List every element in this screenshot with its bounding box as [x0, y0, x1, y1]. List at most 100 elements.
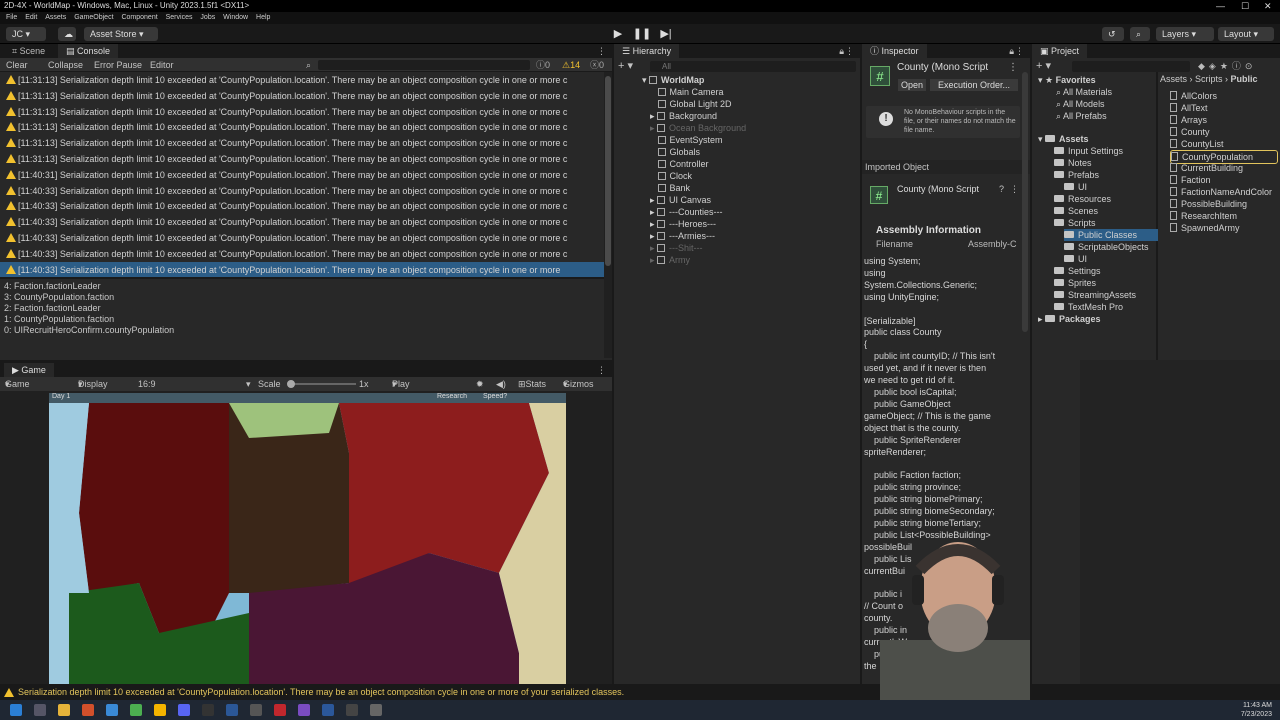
project-folder-8[interactable]: ScriptableObjects: [1064, 241, 1149, 253]
add-icon[interactable]: + ▾: [618, 59, 633, 72]
layers-dropdown[interactable]: Layers ▾: [1156, 27, 1214, 41]
error-count-badge[interactable]: ⓧ 0: [590, 58, 604, 72]
project-folder-11[interactable]: Sprites: [1054, 277, 1096, 289]
menu-services[interactable]: Services: [166, 14, 193, 21]
display-dropdown[interactable]: Display 1 ▾: [78, 377, 108, 403]
project-folder-1[interactable]: Notes: [1054, 157, 1092, 169]
console-search-input[interactable]: [318, 60, 530, 70]
asset-store-button[interactable]: Asset Store ▾: [84, 27, 158, 41]
console-log-row[interactable]: [11:40:33] Serialization depth limit 10 …: [0, 230, 604, 246]
console-log-row[interactable]: [11:31:13] Serialization depth limit 10 …: [0, 104, 604, 120]
menu-edit[interactable]: Edit: [25, 14, 37, 21]
warning-count-badge[interactable]: ⚠ 14: [562, 58, 580, 72]
game-more-icon[interactable]: ⋮: [597, 363, 606, 377]
hierarchy-item[interactable]: Controller: [650, 158, 709, 170]
project-folder-7[interactable]: Public Classes: [1064, 229, 1158, 241]
project-folder-6[interactable]: Scripts: [1054, 217, 1096, 229]
console-log-row[interactable]: [11:31:13] Serialization depth limit 10 …: [0, 88, 604, 104]
error-pause-button[interactable]: Error Pause: [94, 58, 142, 72]
gear-icon[interactable]: ✹: [476, 377, 484, 391]
menu-window[interactable]: Window: [223, 14, 248, 21]
favorite-item[interactable]: ⌕ All Materials: [1056, 86, 1112, 98]
search-icon[interactable]: ⌕: [1130, 27, 1150, 41]
app-icon[interactable]: [130, 704, 142, 716]
console-log-row[interactable]: [11:40:31] Serialization depth limit 10 …: [0, 167, 604, 183]
console-log-row[interactable]: [11:31:13] Serialization depth limit 10 …: [0, 151, 604, 167]
console-log-row[interactable]: [11:40:33] Serialization depth limit 10 …: [0, 198, 604, 214]
hierarchy-item[interactable]: ▸ Army: [650, 254, 690, 266]
tab-hierarchy[interactable]: ☰ Hierarchy: [614, 44, 680, 58]
more-options-icon[interactable]: ⋮: [597, 44, 606, 58]
step-icon[interactable]: ▶|: [656, 27, 676, 41]
tab-inspector[interactable]: ⓘ Inspector: [862, 44, 927, 58]
inspector-lock-icon[interactable]: 🔒︎: [1009, 44, 1014, 58]
project-folder-9[interactable]: UI: [1064, 253, 1087, 265]
hierarchy-item[interactable]: ▸ ---Counties---: [650, 206, 723, 218]
inspector-menu-icon[interactable]: ⋮: [1008, 62, 1018, 73]
script-file[interactable]: CurrentBuilding: [1170, 162, 1278, 174]
hierarchy-item[interactable]: ▸ ---Armies---: [650, 230, 715, 242]
unity-hub-icon[interactable]: [346, 704, 358, 716]
visual-studio-icon[interactable]: [298, 704, 310, 716]
console-scroll-thumb[interactable]: [605, 76, 611, 266]
hierarchy-item[interactable]: ▸ Ocean Background: [650, 122, 746, 134]
split-divider[interactable]: [0, 277, 604, 279]
gizmos-dropdown[interactable]: Gizmos ▾: [563, 377, 594, 391]
favorites-header[interactable]: ▾ ★ Favorites: [1038, 74, 1096, 86]
menu-gameobject[interactable]: GameObject: [74, 14, 113, 21]
project-folder-3[interactable]: UI: [1064, 181, 1087, 193]
project-folder-2[interactable]: Prefabs: [1054, 169, 1099, 181]
scale-slider-thumb[interactable]: [287, 380, 295, 388]
word-icon[interactable]: [322, 704, 334, 716]
hud-research-button[interactable]: Research: [437, 393, 467, 400]
hierarchy-item[interactable]: Bank: [650, 182, 690, 194]
explorer-icon[interactable]: [58, 704, 70, 716]
hierarchy-item[interactable]: Main Camera: [650, 86, 724, 98]
history-icon[interactable]: ↺: [1102, 27, 1124, 41]
obs-icon[interactable]: [202, 704, 214, 716]
menu-jobs[interactable]: Jobs: [200, 14, 215, 21]
discord-icon[interactable]: [178, 704, 190, 716]
console-log-row[interactable]: [11:40:33] Serialization depth limit 10 …: [0, 261, 604, 278]
breadcrumb-scripts[interactable]: Scripts: [1195, 74, 1223, 84]
favorite-item[interactable]: ⌕ All Prefabs: [1056, 110, 1107, 122]
minimize-button[interactable]: —: [1216, 0, 1225, 12]
breadcrumb-assets[interactable]: Assets: [1160, 74, 1187, 84]
script-file[interactable]: AllColors: [1170, 90, 1278, 102]
console-scrollbar[interactable]: [604, 72, 612, 358]
inspector-scrollbar[interactable]: [1022, 72, 1028, 332]
script-file[interactable]: AllText: [1170, 102, 1278, 114]
tab-scene[interactable]: ⌗ Scene: [4, 44, 53, 58]
hierarchy-item[interactable]: ▸ Background: [650, 110, 717, 122]
inspector-more-icon[interactable]: ⋮: [1015, 44, 1024, 58]
script-file[interactable]: Arrays: [1170, 114, 1278, 126]
project-folder-12[interactable]: StreamingAssets: [1054, 289, 1136, 301]
packages-folder[interactable]: ▸ Packages: [1038, 313, 1101, 325]
clear-button[interactable]: Clear: [6, 58, 28, 72]
hierarchy-item[interactable]: Global Light 2D: [650, 98, 732, 110]
favorite-item[interactable]: ⌕ All Models: [1056, 98, 1105, 110]
start-icon[interactable]: [10, 704, 22, 716]
tab-project[interactable]: ▣ Project: [1032, 44, 1088, 58]
open-button[interactable]: Open: [898, 79, 926, 91]
execution-order-button[interactable]: Execution Order...: [930, 79, 1018, 91]
app-icon[interactable]: [250, 704, 262, 716]
game-map-view[interactable]: Day 1 Research Speed?: [49, 393, 566, 684]
script-file[interactable]: County: [1170, 126, 1278, 138]
info-count-badge[interactable]: ⓘ 0: [536, 58, 550, 72]
hierarchy-item[interactable]: Globals: [650, 146, 700, 158]
hierarchy-search-input[interactable]: All: [650, 61, 856, 72]
play-icon[interactable]: ▶: [608, 27, 628, 41]
hierarchy-root[interactable]: ▾ WorldMap: [642, 74, 704, 86]
hierarchy-more-icon[interactable]: ⋮: [845, 44, 854, 58]
game-mode-dropdown[interactable]: Game ▾: [5, 377, 30, 391]
app-icon[interactable]: [106, 704, 118, 716]
breadcrumb-public[interactable]: Public: [1231, 74, 1258, 84]
stats-button[interactable]: ⊞ Stats: [518, 377, 546, 391]
cloud-icon[interactable]: ☁: [58, 27, 76, 41]
console-log-row[interactable]: [11:40:33] Serialization depth limit 10 …: [0, 214, 604, 230]
project-folder-10[interactable]: Settings: [1054, 265, 1101, 277]
firefox-icon[interactable]: [82, 704, 94, 716]
taskview-icon[interactable]: [34, 704, 46, 716]
close-button[interactable]: ✕: [1264, 0, 1272, 12]
